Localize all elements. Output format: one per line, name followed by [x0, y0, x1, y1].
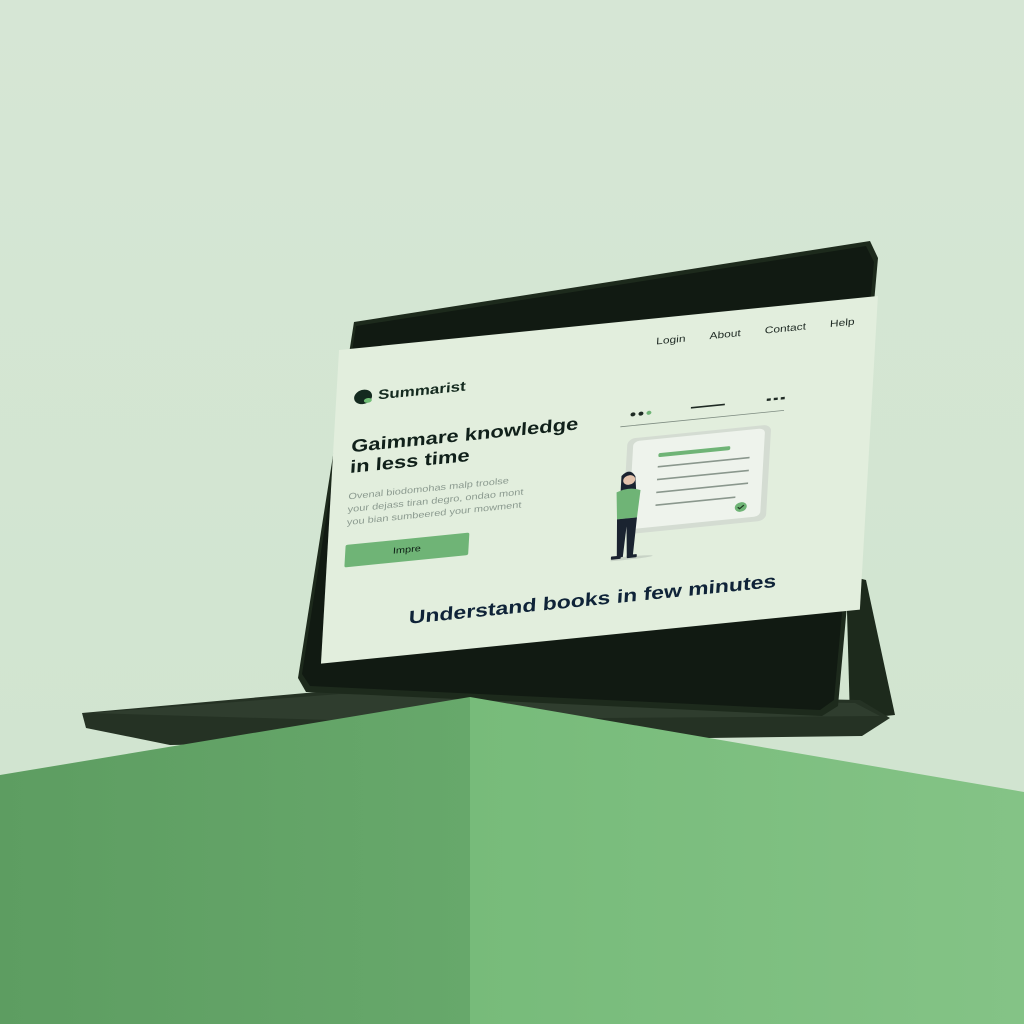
pedestal-right-face [470, 697, 1024, 1024]
top-nav: Login About Contact Help [656, 316, 855, 347]
product-scene: Login About Contact Help Summarist Gaimm… [0, 0, 1024, 1024]
nav-about[interactable]: About [709, 327, 741, 341]
logo-dot-icon [353, 388, 373, 405]
hero-illustration [610, 396, 785, 562]
brand-logo[interactable]: Summarist [353, 378, 467, 406]
tablet-screen: Login About Contact Help Summarist Gaimm… [320, 296, 878, 664]
nav-help[interactable]: Help [830, 316, 855, 330]
nav-login[interactable]: Login [656, 333, 686, 347]
cta-button[interactable]: Impre [344, 532, 470, 568]
nav-contact[interactable]: Contact [764, 321, 806, 336]
brand-name: Summarist [377, 378, 467, 403]
pedestal-left-face [0, 697, 470, 1024]
hero-subtext: Ovenal biodomohas malp troolse your deja… [347, 468, 579, 529]
